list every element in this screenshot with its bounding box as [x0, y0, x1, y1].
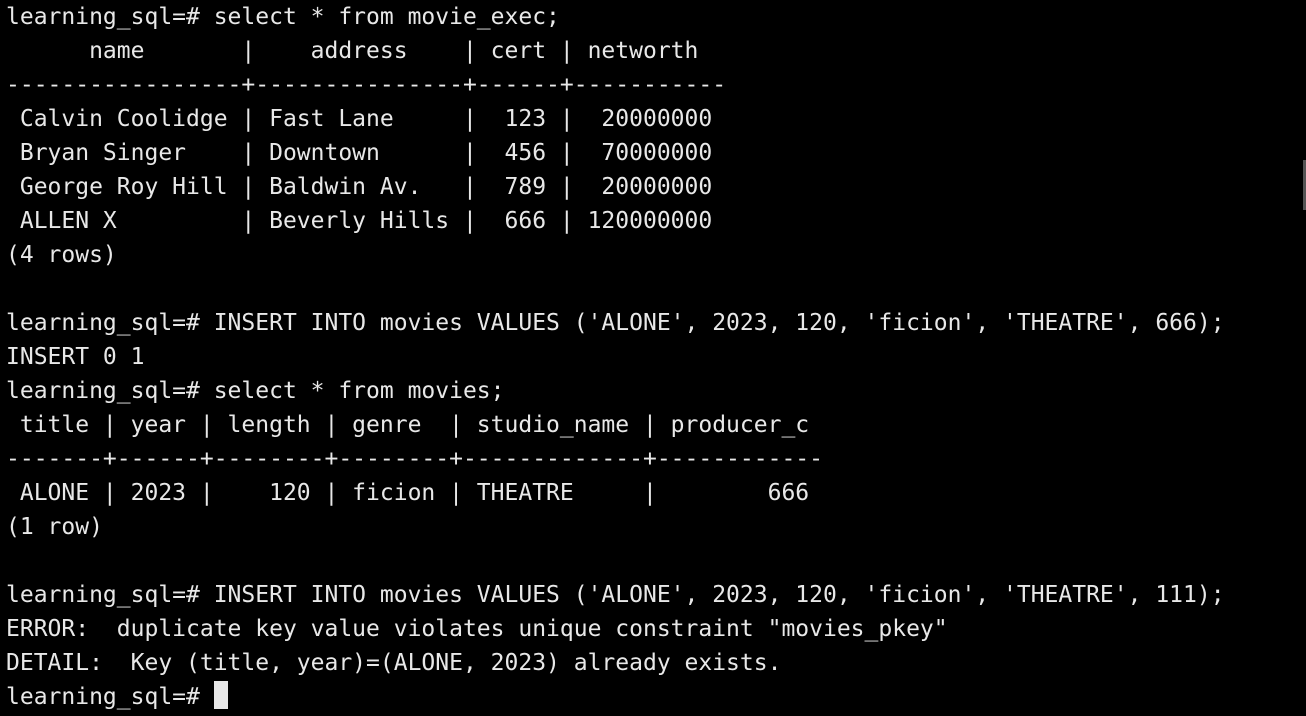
- terminal-line: ALLEN X | Beverly Hills | 666 | 12000000…: [6, 208, 713, 234]
- terminal-line: learning_sql=# INSERT INTO movies VALUES…: [6, 310, 1225, 336]
- terminal-line: -------+------+--------+--------+-------…: [6, 446, 823, 472]
- terminal-line: INSERT 0 1: [6, 344, 145, 370]
- terminal-line: (4 rows): [6, 242, 117, 268]
- terminal-line: George Roy Hill | Baldwin Av. | 789 | 20…: [6, 174, 713, 200]
- cursor: [213, 681, 228, 709]
- terminal-line: -----------------+---------------+------…: [6, 72, 727, 98]
- terminal-line: Calvin Coolidge | Fast Lane | 123 | 2000…: [6, 106, 713, 132]
- terminal-line: learning_sql=# select * from movie_exec;: [6, 4, 560, 30]
- terminal-window[interactable]: learning_sql=# select * from movie_exec;…: [0, 0, 1306, 716]
- terminal-line: learning_sql=# select * from movies;: [6, 378, 505, 404]
- terminal-line: Bryan Singer | Downtown | 456 | 70000000: [6, 140, 713, 166]
- terminal-line: ALONE | 2023 | 120 | ficion | THEATRE | …: [6, 480, 810, 506]
- terminal-line: learning_sql=# INSERT INTO movies VALUES…: [6, 582, 1225, 608]
- terminal-line: ERROR: duplicate key value violates uniq…: [6, 616, 948, 642]
- terminal-line: DETAIL: Key (title, year)=(ALONE, 2023) …: [6, 650, 782, 676]
- terminal-line: name | address | cert | networth: [6, 38, 699, 64]
- prompt-text: learning_sql=#: [6, 684, 214, 710]
- terminal-line: (1 row): [6, 514, 103, 540]
- terminal-line: title | year | length | genre | studio_n…: [6, 412, 810, 438]
- prompt-line[interactable]: learning_sql=#: [6, 680, 1306, 714]
